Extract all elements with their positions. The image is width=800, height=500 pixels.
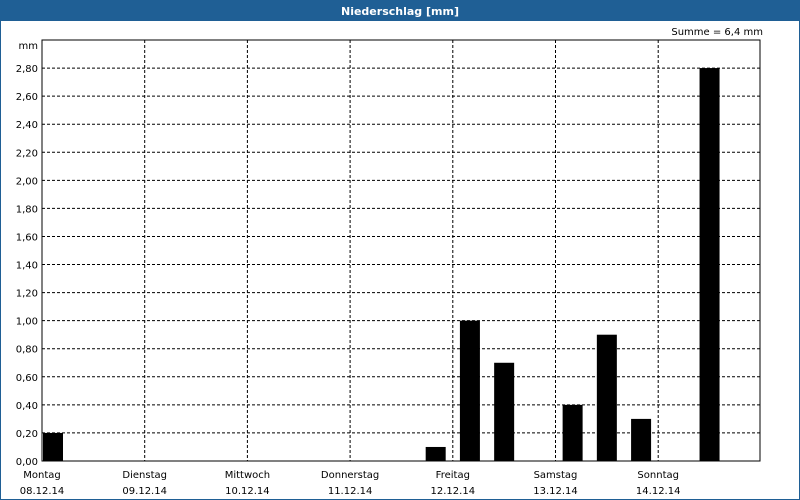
bar [631, 418, 652, 461]
y-tick-label: 2,00 [16, 176, 38, 187]
y-tick-label: 0,00 [16, 457, 38, 468]
bar [562, 404, 583, 461]
precipitation-chart: 0,00 0,20 0,40 0,60 0,80 1,00 1,20 1,40 1,60 1,80… [16, 39, 761, 497]
x-tick-day: Sonntag [637, 470, 679, 481]
y-tick-label: 0,80 [16, 345, 38, 356]
y-tick-label: 1,40 [16, 261, 38, 272]
y-tick-label: 2,60 [16, 92, 38, 103]
x-tick-day: Dienstag [122, 470, 167, 481]
bar [425, 446, 446, 461]
y-tick-label: 1,80 [16, 204, 38, 215]
y-tick-label: 1,20 [16, 289, 38, 300]
x-tick-date: 14.12.14 [636, 486, 681, 497]
y-tick-label: 2,80 [16, 64, 38, 75]
x-tick-date: 08.12.14 [20, 486, 65, 497]
x-tick-day: Donnerstag [321, 470, 379, 481]
x-tick-date: 10.12.14 [225, 486, 270, 497]
bar [494, 362, 515, 461]
y-tick-label: 2,40 [16, 120, 38, 131]
bar [699, 68, 720, 462]
y-tick-label: 1,00 [16, 317, 38, 328]
x-tick-date: 09.12.14 [122, 486, 167, 497]
bar [43, 432, 63, 461]
bar [459, 320, 480, 461]
y-tick-label: 2,20 [16, 148, 38, 159]
x-tick-date: 13.12.14 [533, 486, 578, 497]
x-tick-date: 12.12.14 [431, 486, 476, 497]
x-tick-day: Mittwoch [225, 470, 270, 481]
x-tick-day: Montag [23, 470, 60, 481]
plot-frame [41, 39, 761, 462]
y-axis-label: mm [19, 41, 38, 52]
y-tick-label: 0,60 [16, 373, 38, 384]
y-tick-label: 0,20 [16, 429, 38, 440]
x-tick-day: Freitag [436, 470, 470, 481]
x-tick-day: Samstag [534, 470, 578, 481]
bar [596, 334, 617, 461]
y-tick-label: 1,60 [16, 232, 38, 243]
y-tick-label: 0,40 [16, 401, 38, 412]
x-tick-date: 11.12.14 [328, 486, 373, 497]
